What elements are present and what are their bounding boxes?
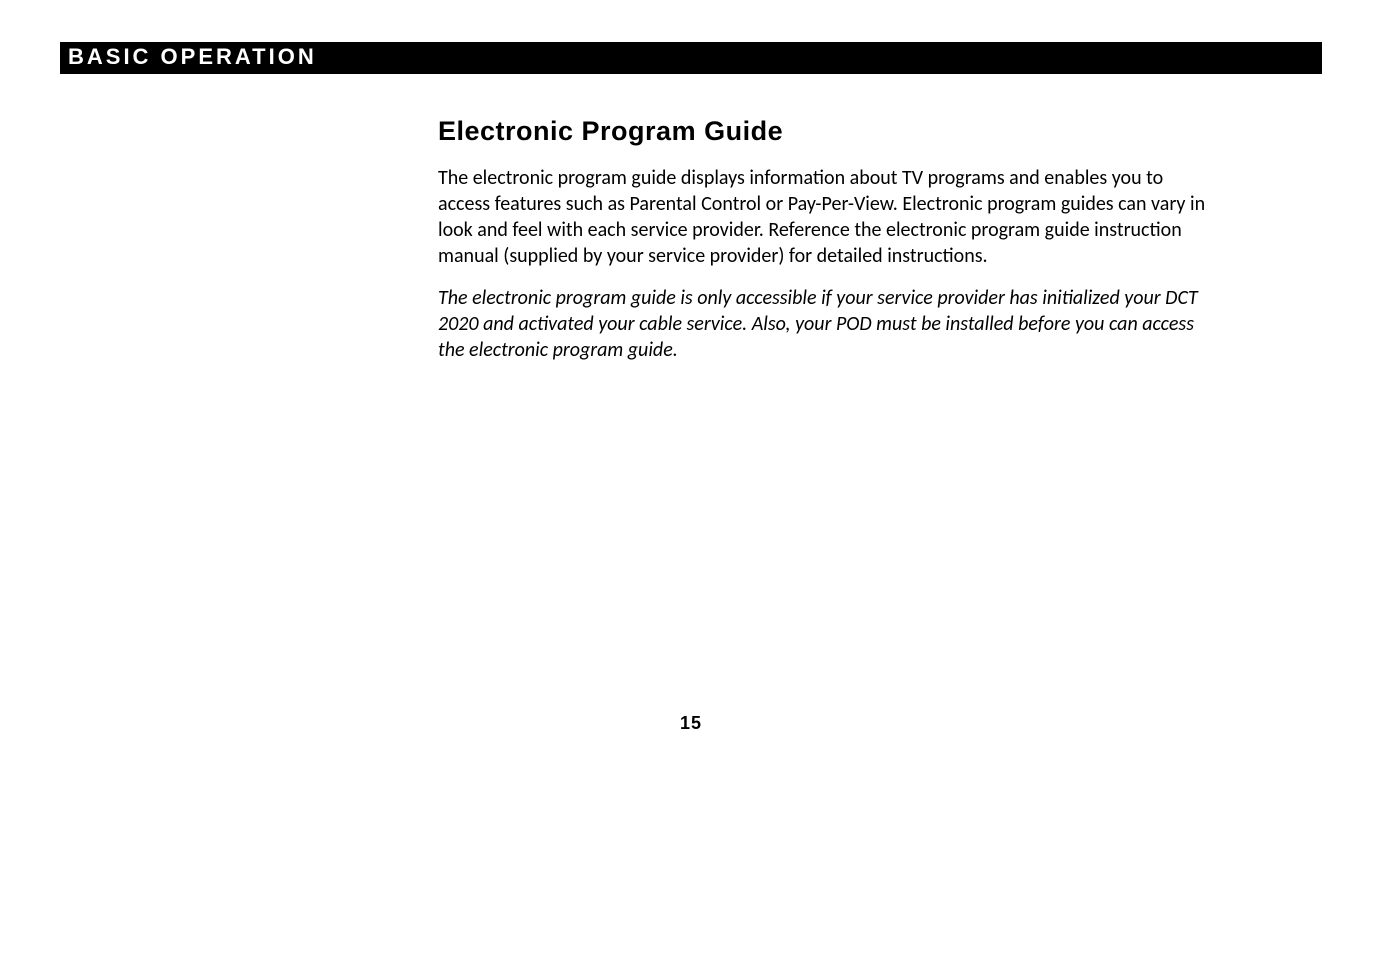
- body-paragraph-2-italic: The electronic program guide is only acc…: [438, 285, 1218, 363]
- section-header-bar: BASIC OPERATION: [60, 42, 1322, 74]
- page-number: 15: [0, 713, 1382, 734]
- header-title: BASIC OPERATION: [68, 44, 317, 69]
- content-block: Electronic Program Guide The electronic …: [438, 116, 1218, 363]
- page-container: BASIC OPERATION Electronic Program Guide…: [0, 0, 1382, 954]
- section-title: Electronic Program Guide: [438, 116, 1218, 147]
- body-paragraph-1: The electronic program guide displays in…: [438, 165, 1218, 269]
